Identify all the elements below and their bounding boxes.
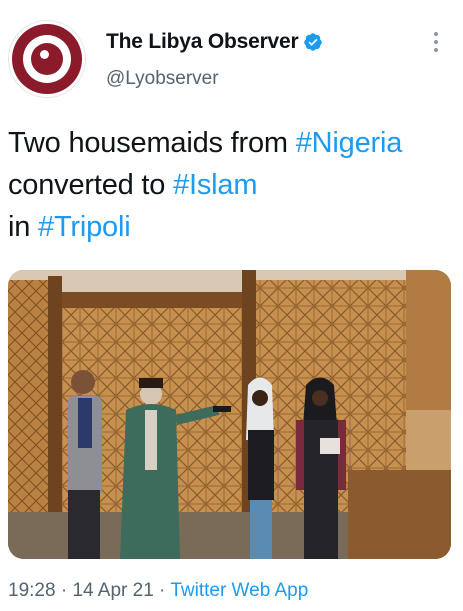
hashtag-link[interactable]: #Tripoli xyxy=(38,211,131,243)
tweet-photo[interactable] xyxy=(8,270,451,559)
tweet-header: The Libya Observer @Lyobserver xyxy=(0,0,463,110)
libya-observer-logo-icon xyxy=(12,24,82,94)
avatar[interactable] xyxy=(8,20,86,98)
tweet-text: Two housemaids from #Nigeria converted t… xyxy=(8,122,458,248)
tweet-text-segment: in xyxy=(8,211,39,243)
author-handle[interactable]: @Lyobserver xyxy=(106,68,219,90)
tweet-text-segment: converted to xyxy=(8,169,174,201)
separator: · xyxy=(153,580,171,601)
author-display-name[interactable]: The Libya Observer xyxy=(106,30,299,54)
tweet-time[interactable]: 19:28 xyxy=(8,580,56,601)
tweet-metadata: 19:28 · 14 Apr 21 · Twitter Web App xyxy=(8,580,308,602)
hashtag-link[interactable]: #Islam xyxy=(173,169,257,201)
author-name-row[interactable]: The Libya Observer xyxy=(106,30,323,54)
more-options-icon[interactable] xyxy=(430,32,442,56)
tweet-date[interactable]: 14 Apr 21 xyxy=(72,580,153,601)
photo-illustration xyxy=(8,270,451,559)
tweet-source-link[interactable]: Twitter Web App xyxy=(170,580,308,601)
tweet-text-segment: Two housemaids from xyxy=(8,127,296,159)
hashtag-link[interactable]: #Nigeria xyxy=(296,127,403,159)
separator: · xyxy=(55,580,73,601)
verified-badge-icon xyxy=(304,33,323,51)
